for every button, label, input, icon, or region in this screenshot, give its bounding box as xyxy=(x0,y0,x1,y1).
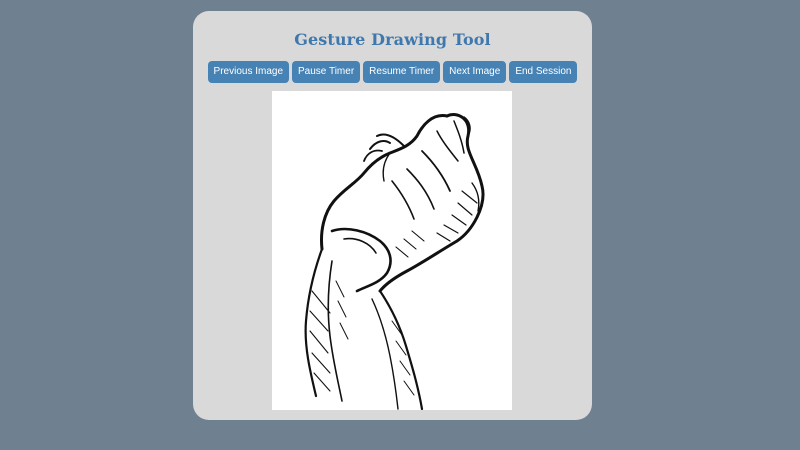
pause-timer-button[interactable]: Pause Timer xyxy=(292,61,361,83)
reference-image xyxy=(272,91,512,410)
toolbar: Previous Image Pause Timer Resume Timer … xyxy=(193,61,592,83)
page-title: Gesture Drawing Tool xyxy=(294,30,491,49)
end-session-button[interactable]: End Session xyxy=(509,61,578,83)
hand-sketch-image xyxy=(304,113,485,410)
next-image-button[interactable]: Next Image xyxy=(443,61,507,83)
resume-timer-button[interactable]: Resume Timer xyxy=(363,61,441,83)
app-panel: Gesture Drawing Tool Previous Image Paus… xyxy=(193,11,592,420)
previous-image-button[interactable]: Previous Image xyxy=(207,61,290,83)
